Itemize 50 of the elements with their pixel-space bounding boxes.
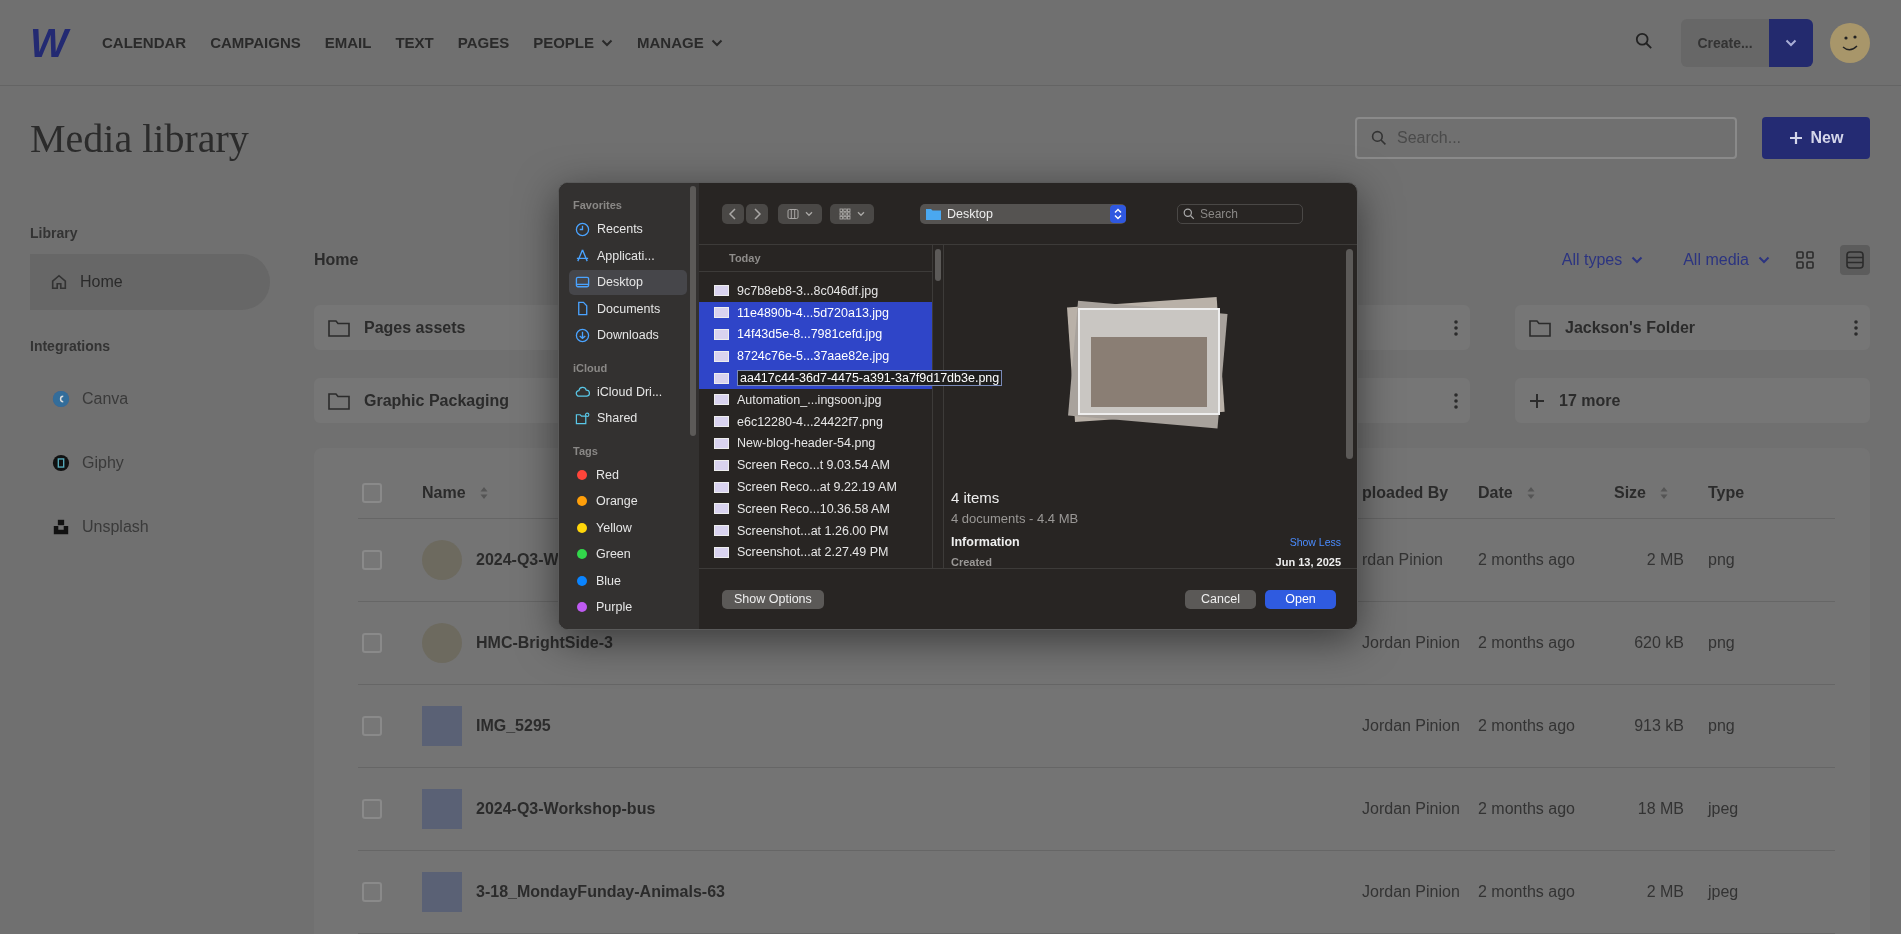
table-cell-text: 913 kB — [1633, 717, 1684, 735]
page-title: Media library — [30, 114, 249, 162]
file-name: 14f43d5e-8...7981cefd.jpg — [737, 327, 883, 342]
folder-name: Graphic Packaging — [364, 391, 509, 410]
file-name: Screen Reco...at 9.22.19 AM — [737, 480, 897, 495]
table-cell-text: rdan Pinion — [1361, 551, 1444, 569]
selection-count: 4 items — [951, 489, 1001, 506]
table-cell-text: png — [1708, 551, 1736, 569]
table-cell-text: 2 months ago — [1478, 800, 1576, 818]
table-cell-text: 620 kB — [1633, 634, 1684, 652]
file-name: Screen Reco...t 9.03.54 AM — [737, 458, 890, 473]
file-name: 9c7b8eb8-3...8c046df.jpg — [737, 283, 879, 298]
table-cell-text: png — [1708, 717, 1736, 735]
table-cell-text: 18 MB — [1636, 800, 1684, 818]
folder-name: Jackson's Folder — [1565, 318, 1696, 337]
section-heading: Library — [30, 225, 79, 242]
table-cell-text: 2 MB — [1645, 883, 1684, 901]
table-cell-text: png — [1708, 634, 1736, 652]
info-heading: Information — [951, 535, 1020, 549]
info-value: Jun 13, 2025 — [1275, 556, 1341, 568]
file-name: Screenshot...at 2.27.49 PM — [737, 545, 889, 560]
table-cell-text: 2 months ago — [1478, 717, 1576, 735]
group-heading: Today — [699, 245, 932, 272]
file-name: New-blog-header-54.png — [737, 436, 876, 451]
table-cell-text: 2 months ago — [1478, 551, 1576, 569]
file-name: 11e4890b-4...5d720a13.jpg — [737, 305, 889, 320]
table-cell-text: Jordan Pinion — [1361, 634, 1461, 652]
info-label: Created — [951, 556, 992, 568]
table-cell-text: 2 MB — [1645, 551, 1684, 569]
table-cell-text: Jordan Pinion — [1361, 800, 1461, 818]
file-name: Automation_...ingsoon.jpg — [737, 392, 882, 407]
file-name: e6c12280-4...24422f7.png — [737, 414, 883, 429]
section-heading: iCloud — [572, 361, 609, 376]
file-name: 8724c76e-5...37aae82e.jpg — [737, 349, 890, 364]
file-name: Screen Reco...10.36.58 AM — [737, 501, 890, 516]
table-cell-text: Jordan Pinion — [1361, 717, 1461, 735]
file-name: Screenshot...at 1.26.00 PM — [737, 523, 889, 538]
folder-name: Pages assets — [364, 318, 466, 337]
table-cell-text: 2 months ago — [1478, 634, 1576, 652]
table-cell-text: jpeg — [1708, 800, 1740, 818]
table-cell-text: jpeg — [1708, 883, 1740, 901]
table-cell-text: 2 months ago — [1478, 883, 1576, 901]
table-cell-text: Jordan Pinion — [1361, 883, 1461, 901]
column-header: ploaded By — [1361, 484, 1450, 502]
section-heading: Integrations — [30, 338, 112, 355]
column-header: Type — [1708, 484, 1746, 502]
more-count: 17 more — [1559, 391, 1621, 410]
section-heading: Favorites — [572, 199, 623, 213]
section-heading: Tags — [572, 444, 599, 459]
selection-summary: 4 documents - 4.4 MB — [951, 511, 1080, 526]
